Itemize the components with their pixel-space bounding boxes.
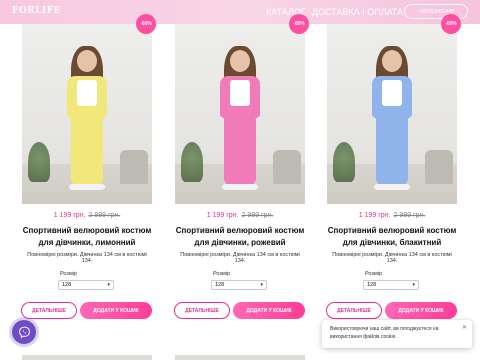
size-select[interactable]: 128 ▾ [211, 280, 267, 290]
price-row: 1 199 грн. 2 999 грн. [327, 212, 457, 219]
next-product-image [22, 355, 152, 360]
site-header: FORLIFE КАТАЛОГ ДОСТАВКА І ОПЛАТА +38099… [0, 0, 480, 24]
price-old: 2 999 грн. [393, 212, 426, 219]
product-title[interactable]: Спортивний велюровий костюм для дівчинки… [175, 225, 305, 249]
price-row: 1 199 грн. 2 999 грн. [175, 212, 305, 219]
price-old: 2 999 грн. [88, 212, 121, 219]
size-value: 128 [62, 282, 72, 288]
product-image[interactable] [327, 24, 457, 204]
size-value: 128 [215, 282, 225, 288]
price-current: 1 199 грн. [358, 212, 391, 219]
price-current: 1 199 грн. [53, 212, 86, 219]
product-card: -60% 1 199 грн. 2 999 грн. Спортивний вел… [326, 14, 461, 324]
add-to-cart-button[interactable]: ДОДАТИ У КОШИК [385, 302, 457, 319]
cookie-banner: Використовуючи наш сайт, ви погоджуєтеся… [322, 320, 472, 348]
price-current: 1 199 грн. [206, 212, 239, 219]
size-value: 128 [367, 282, 377, 288]
details-button[interactable]: ДЕТАЛЬНІШЕ [21, 302, 77, 319]
viber-glyph [18, 326, 30, 338]
logo[interactable]: FORLIFE [12, 6, 61, 16]
add-to-cart-button[interactable]: ДОДАТИ У КОШИК [233, 302, 305, 319]
details-button[interactable]: ДЕТАЛЬНІШЕ [174, 302, 230, 319]
next-product-image [175, 355, 305, 360]
product-card: -60% 1 199 грн. 2 999 грн. Спортивний вел… [174, 14, 309, 324]
product-description: Повномірні розміри. Дівчинка 134 см в ко… [27, 252, 147, 264]
details-button[interactable]: ДЕТАЛЬНІШЕ [326, 302, 382, 319]
chevron-down-icon: ▾ [260, 282, 263, 288]
add-to-cart-button[interactable]: ДОДАТИ У КОШИК [80, 302, 152, 319]
viber-icon[interactable] [12, 320, 36, 344]
product-image[interactable] [175, 24, 305, 204]
size-select[interactable]: 128 ▾ [363, 280, 419, 290]
size-label: Розмір [365, 271, 383, 277]
product-image[interactable] [22, 24, 152, 204]
product-description: Повномірні розміри. Дівчинка 134 см в ко… [180, 252, 300, 264]
product-card: -60% 1 199 грн. 2 999 грн. Спортивний вел… [21, 14, 156, 324]
price-row: 1 199 грн. 2 999 грн. [22, 212, 152, 219]
close-icon[interactable]: ✕ [462, 324, 467, 332]
product-description: Повномірні розміри. Дівчинка 134 см в ко… [332, 252, 452, 264]
nav-delivery-link[interactable]: ДОСТАВКА І ОПЛАТА [312, 7, 403, 17]
discount-badge: -60% [289, 14, 309, 34]
cookie-text: Використовуючи наш сайт, ви погоджуєтеся… [330, 326, 439, 340]
discount-badge: -60% [136, 14, 156, 34]
size-label: Розмір [213, 271, 231, 277]
chevron-down-icon: ▾ [412, 282, 415, 288]
discount-badge: -60% [441, 14, 461, 34]
price-old: 2 999 грн. [241, 212, 274, 219]
size-select[interactable]: 128 ▾ [58, 280, 114, 290]
chevron-down-icon: ▾ [107, 282, 110, 288]
product-title[interactable]: Спортивний велюровий костюм для дівчинки… [22, 225, 152, 249]
product-title[interactable]: Спортивний велюровий костюм для дівчинки… [327, 225, 457, 249]
size-label: Розмір [60, 271, 78, 277]
